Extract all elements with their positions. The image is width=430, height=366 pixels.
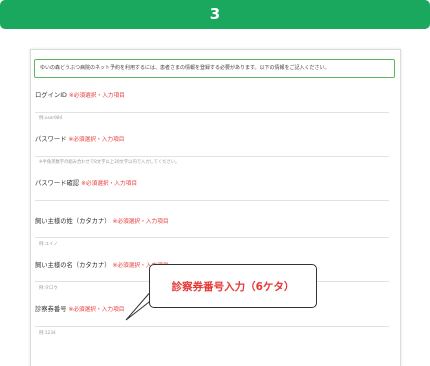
step-number: 3 [209,5,221,23]
field-label: 診察券番号 [35,306,67,313]
first-name-hint: 例:タロウ [39,286,58,291]
required-note: ※必須選択・入力項目 [68,137,125,143]
required-note: ※必須選択・入力項目 [68,93,125,99]
login-id-hint: 例:user984 [39,116,63,121]
field-label: パスワード確認 [35,180,80,187]
login-id-label: ログインID ※必須選択・入力項目 [35,90,125,99]
required-note: ※必須選択・入力項目 [81,181,138,187]
required-note: ※必須選択・入力項目 [112,219,169,225]
password-hint: ※半角英数字の組み合わせで8文字以上20文字以内で入力してください。 [39,160,180,165]
login-id-input[interactable] [35,112,389,113]
password-label: パスワード ※必須選択・入力項目 [35,134,124,143]
card-number-hint: 例:1234 [39,331,56,336]
password-confirm-label: パスワード確認 ※必須選択・入力項目 [35,178,137,187]
password-input[interactable] [35,156,389,157]
step-header: 3 [0,0,430,29]
card-number-input[interactable] [35,326,389,327]
card-number-label: 診察券番号 ※必須選択・入力項目 [35,304,124,313]
callout-text: 診察券番号入力（6ケタ） [171,280,295,293]
notice-box: ゆいの森どうぶつ病院のネット予約を利用するには、患者さまの情報を登録する必要があ… [34,59,395,78]
field-label: パスワード [35,136,67,143]
field-label: 飼い主様の名（カタカナ） [35,262,111,269]
last-name-hint: 例:ユイノ [39,242,58,247]
password-confirm-input[interactable] [35,200,389,201]
field-label: ログインID [35,92,67,99]
registration-form: ゆいの森どうぶつ病院のネット予約を利用するには、患者さまの情報を登録する必要があ… [30,49,401,366]
required-note: ※必須選択・入力項目 [68,307,125,313]
last-name-input[interactable] [35,237,389,238]
callout-balloon: 診察券番号入力（6ケタ） [149,264,317,308]
last-name-label: 飼い主様の姓（カタカナ） ※必須選択・入力項目 [35,216,169,225]
field-label: 飼い主様の姓（カタカナ） [35,218,111,225]
